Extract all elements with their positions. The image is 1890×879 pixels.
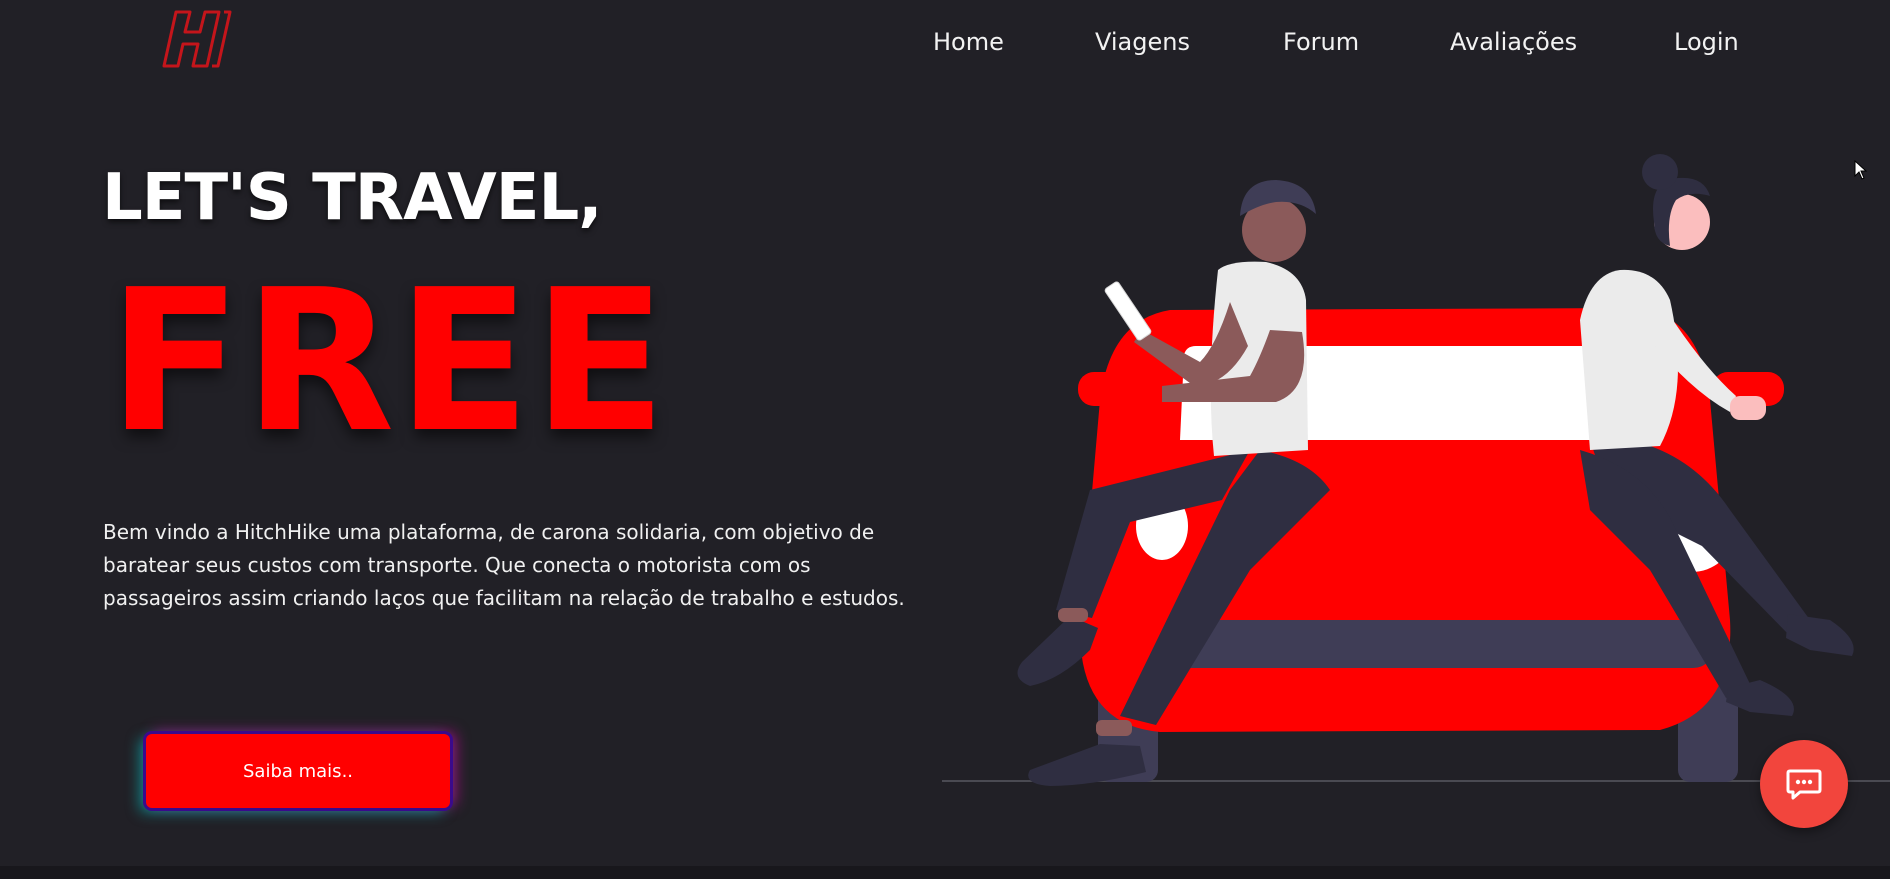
saiba-mais-button[interactable]: Saiba mais.. [146, 734, 450, 808]
nav-forum[interactable]: Forum [1283, 22, 1359, 62]
nav-avaliacoes[interactable]: Avaliações [1450, 22, 1577, 62]
nav-viagens[interactable]: Viagens [1095, 22, 1190, 62]
nav-login[interactable]: Login [1674, 22, 1739, 62]
nav-home[interactable]: Home [933, 22, 1004, 62]
chat-bubble-icon [1786, 769, 1822, 800]
hitchhike-logo-icon[interactable] [160, 8, 232, 70]
landing-page: Home Viagens Forum Avaliações Login LET'… [0, 0, 1890, 879]
hero-description: Bem vindo a HitchHike uma plataforma, de… [103, 520, 905, 610]
mouse-pointer-icon [1854, 160, 1868, 180]
car-travelers-illustration [1017, 154, 1854, 786]
hero-headline: LET'S TRAVEL, [102, 161, 603, 235]
hero-highlight: FREE [108, 248, 669, 476]
chat-button[interactable] [1760, 740, 1848, 828]
bottom-edge [0, 866, 1890, 879]
